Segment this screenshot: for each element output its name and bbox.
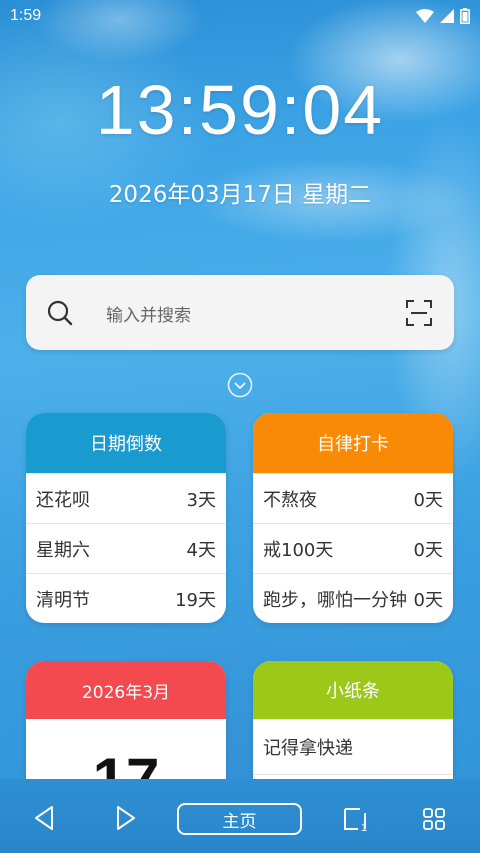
notes-card-title[interactable]: 小纸条 [253,661,453,719]
countdown-item-label: 星期六 [36,539,90,561]
discipline-item-label: 跑步，哪怕一分钟 [263,589,407,611]
clock-time: 13:59:04 [95,71,385,149]
list-item[interactable]: 还花呗 3天 [26,473,226,523]
calendar-month-title: 2026年3月 [26,661,226,719]
cellular-signal-icon [440,9,454,23]
bottom-nav-bar: 主页 1 [0,779,480,853]
status-time: 1:59 [10,7,42,24]
list-item[interactable]: 戒100天 0天 [253,523,453,573]
list-item[interactable]: 不熬夜 0天 [253,473,453,523]
battery-icon [460,8,470,24]
status-icons [416,8,470,24]
countdown-item-value: 3天 [186,489,216,511]
countdown-card[interactable]: 日期倒数 还花呗 3天 星期六 4天 清明节 19天 [26,413,226,623]
search-bar[interactable]: 输入并搜索 [26,275,454,350]
clock-date: 2026年03月17日 星期二 [108,182,372,208]
countdown-item-label: 还花呗 [36,489,90,511]
list-item[interactable]: 记得拿快递 [253,719,453,775]
discipline-item-label: 不熬夜 [263,489,317,511]
discipline-item-value: 0天 [413,539,443,561]
discipline-card[interactable]: 自律打卡 不熬夜 0天 戒100天 0天 跑步，哪怕一分钟 0天 [253,413,453,623]
discipline-card-title[interactable]: 自律打卡 [253,413,453,473]
list-item[interactable]: 星期六 4天 [26,523,226,573]
note-item-label: 记得拿快递 [263,738,353,759]
menu-grid-icon[interactable] [423,808,445,830]
wifi-icon [416,9,434,23]
home-button[interactable]: 主页 [177,803,302,835]
tab-count: 1 [361,822,368,834]
back-icon[interactable] [33,805,55,831]
search-input[interactable]: 输入并搜索 [106,301,191,326]
countdown-item-value: 19天 [175,589,216,611]
countdown-item-label: 清明节 [36,589,90,611]
status-bar: 1:59 [0,0,480,32]
countdown-card-title[interactable]: 日期倒数 [26,413,226,473]
chevron-down-icon[interactable] [227,372,253,398]
list-item[interactable]: 跑步，哪怕一分钟 0天 [253,573,453,623]
search-icon[interactable] [46,299,74,327]
countdown-item-value: 4天 [186,539,216,561]
list-item[interactable]: 清明节 19天 [26,573,226,623]
discipline-item-value: 0天 [413,589,443,611]
scan-icon[interactable] [406,300,432,326]
discipline-item-label: 戒100天 [263,539,334,561]
forward-icon[interactable] [115,805,137,831]
discipline-item-value: 0天 [413,489,443,511]
